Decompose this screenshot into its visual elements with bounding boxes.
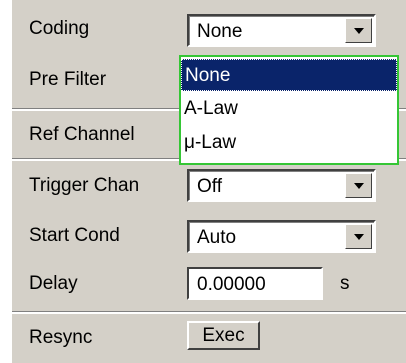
- coding-row: Coding None: [12, 0, 406, 52]
- delay-unit: s: [340, 273, 350, 294]
- start-cond-row: Start Cond Auto: [12, 211, 406, 261]
- trigger-chan-row: Trigger Chan Off: [12, 161, 406, 211]
- delay-row: Delay 0.00000 s: [12, 261, 406, 311]
- coding-dropdown-list: None A-Law μ-Law: [179, 55, 399, 165]
- exec-button[interactable]: Exec: [187, 321, 260, 350]
- dropdown-option-mu-law[interactable]: μ-Law: [181, 127, 397, 159]
- coding-select[interactable]: None: [187, 14, 376, 47]
- delay-label: Delay: [29, 273, 78, 294]
- trigger-chan-select[interactable]: Off: [187, 169, 376, 202]
- delay-input[interactable]: 0.00000: [187, 267, 323, 300]
- trigger-chan-value: Off: [197, 176, 222, 197]
- start-cond-select[interactable]: Auto: [187, 220, 376, 253]
- delay-value: 0.00000: [197, 274, 266, 295]
- start-cond-value: Auto: [197, 227, 237, 248]
- start-cond-label: Start Cond: [29, 225, 120, 246]
- dropdown-option-a-law[interactable]: A-Law: [181, 93, 397, 125]
- resync-label: Resync: [29, 327, 93, 348]
- pre-filter-label: Pre Filter: [29, 69, 107, 90]
- chevron-down-icon[interactable]: [345, 18, 372, 43]
- chevron-down-icon[interactable]: [345, 224, 372, 249]
- resync-row: Resync Exec: [12, 314, 406, 363]
- ref-channel-label: Ref Channel: [29, 124, 135, 145]
- coding-value: None: [197, 21, 243, 42]
- dropdown-option-none[interactable]: None: [181, 59, 397, 91]
- trigger-chan-label: Trigger Chan: [29, 175, 140, 196]
- chevron-down-icon[interactable]: [345, 173, 372, 198]
- coding-label: Coding: [29, 18, 90, 39]
